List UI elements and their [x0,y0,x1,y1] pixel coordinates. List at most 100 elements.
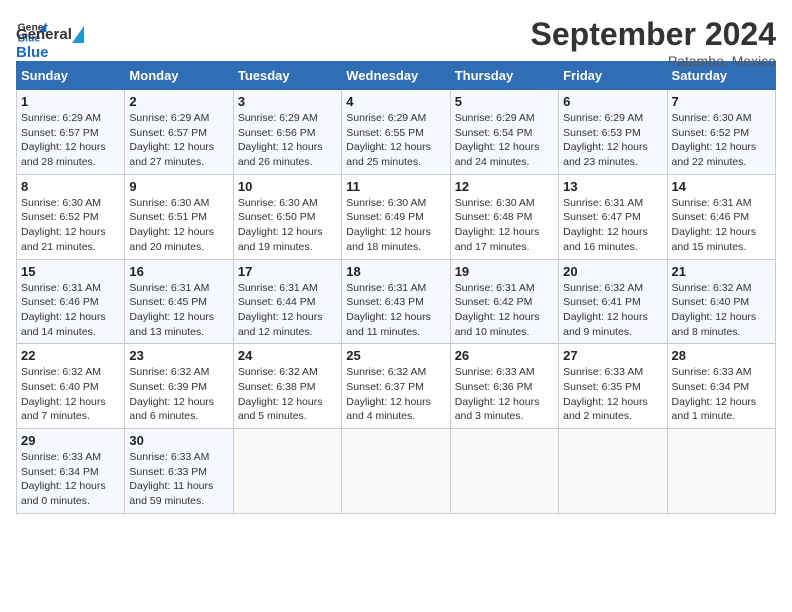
week-row-3: 15 Sunrise: 6:31 AMSunset: 6:46 PMDaylig… [17,259,776,344]
day-number: 18 [346,264,445,279]
calendar-cell: 30 Sunrise: 6:33 AMSunset: 6:33 PMDaylig… [125,429,233,514]
day-info: Sunrise: 6:32 AMSunset: 6:37 PMDaylight:… [346,365,445,424]
calendar-cell: 21 Sunrise: 6:32 AMSunset: 6:40 PMDaylig… [667,259,775,344]
day-number: 28 [672,348,771,363]
day-info: Sunrise: 6:31 AMSunset: 6:43 PMDaylight:… [346,281,445,340]
day-number: 19 [455,264,554,279]
calendar-cell [667,429,775,514]
day-info: Sunrise: 6:31 AMSunset: 6:45 PMDaylight:… [129,281,228,340]
day-info: Sunrise: 6:31 AMSunset: 6:46 PMDaylight:… [672,196,771,255]
header-day-tuesday: Tuesday [233,62,341,90]
calendar-cell: 28 Sunrise: 6:33 AMSunset: 6:34 PMDaylig… [667,344,775,429]
day-number: 7 [672,94,771,109]
day-info: Sunrise: 6:32 AMSunset: 6:40 PMDaylight:… [21,365,120,424]
calendar-cell: 18 Sunrise: 6:31 AMSunset: 6:43 PMDaylig… [342,259,450,344]
day-number: 21 [672,264,771,279]
day-number: 12 [455,179,554,194]
day-info: Sunrise: 6:33 AMSunset: 6:33 PMDaylight:… [129,450,228,509]
calendar-cell: 19 Sunrise: 6:31 AMSunset: 6:42 PMDaylig… [450,259,558,344]
svg-text:General: General [16,26,72,43]
calendar-cell: 15 Sunrise: 6:31 AMSunset: 6:46 PMDaylig… [17,259,125,344]
day-info: Sunrise: 6:33 AMSunset: 6:36 PMDaylight:… [455,365,554,424]
calendar-cell [559,429,667,514]
header-day-monday: Monday [125,62,233,90]
day-info: Sunrise: 6:30 AMSunset: 6:49 PMDaylight:… [346,196,445,255]
month-title: September 2024 [531,16,776,53]
day-info: Sunrise: 6:33 AMSunset: 6:34 PMDaylight:… [672,365,771,424]
location: Patambo, Mexico [531,53,776,69]
calendar-cell: 12 Sunrise: 6:30 AMSunset: 6:48 PMDaylig… [450,174,558,259]
day-number: 14 [672,179,771,194]
calendar-cell [233,429,341,514]
calendar-cell [450,429,558,514]
day-info: Sunrise: 6:32 AMSunset: 6:38 PMDaylight:… [238,365,337,424]
calendar-cell [342,429,450,514]
day-info: Sunrise: 6:30 AMSunset: 6:50 PMDaylight:… [238,196,337,255]
day-number: 25 [346,348,445,363]
calendar-cell: 24 Sunrise: 6:32 AMSunset: 6:38 PMDaylig… [233,344,341,429]
day-number: 27 [563,348,662,363]
calendar-cell: 6 Sunrise: 6:29 AMSunset: 6:53 PMDayligh… [559,90,667,175]
week-row-4: 22 Sunrise: 6:32 AMSunset: 6:40 PMDaylig… [17,344,776,429]
day-info: Sunrise: 6:29 AMSunset: 6:57 PMDaylight:… [21,111,120,170]
calendar-cell: 29 Sunrise: 6:33 AMSunset: 6:34 PMDaylig… [17,429,125,514]
day-number: 3 [238,94,337,109]
day-number: 1 [21,94,120,109]
day-number: 10 [238,179,337,194]
day-number: 17 [238,264,337,279]
calendar-cell: 4 Sunrise: 6:29 AMSunset: 6:55 PMDayligh… [342,90,450,175]
calendar-cell: 27 Sunrise: 6:33 AMSunset: 6:35 PMDaylig… [559,344,667,429]
day-info: Sunrise: 6:31 AMSunset: 6:44 PMDaylight:… [238,281,337,340]
day-number: 29 [21,433,120,448]
day-info: Sunrise: 6:29 AMSunset: 6:53 PMDaylight:… [563,111,662,170]
week-row-2: 8 Sunrise: 6:30 AMSunset: 6:52 PMDayligh… [17,174,776,259]
day-number: 13 [563,179,662,194]
day-info: Sunrise: 6:30 AMSunset: 6:48 PMDaylight:… [455,196,554,255]
day-number: 20 [563,264,662,279]
calendar-cell: 2 Sunrise: 6:29 AMSunset: 6:57 PMDayligh… [125,90,233,175]
day-info: Sunrise: 6:31 AMSunset: 6:47 PMDaylight:… [563,196,662,255]
day-number: 11 [346,179,445,194]
day-info: Sunrise: 6:29 AMSunset: 6:57 PMDaylight:… [129,111,228,170]
day-info: Sunrise: 6:29 AMSunset: 6:56 PMDaylight:… [238,111,337,170]
calendar-table: SundayMondayTuesdayWednesdayThursdayFrid… [16,61,776,514]
day-info: Sunrise: 6:33 AMSunset: 6:35 PMDaylight:… [563,365,662,424]
day-info: Sunrise: 6:30 AMSunset: 6:52 PMDaylight:… [21,196,120,255]
calendar-cell: 10 Sunrise: 6:30 AMSunset: 6:50 PMDaylig… [233,174,341,259]
svg-text:Blue: Blue [16,44,49,61]
day-number: 24 [238,348,337,363]
day-info: Sunrise: 6:29 AMSunset: 6:54 PMDaylight:… [455,111,554,170]
title-block: September 2024 Patambo, Mexico [531,16,776,69]
calendar-cell: 7 Sunrise: 6:30 AMSunset: 6:52 PMDayligh… [667,90,775,175]
day-number: 6 [563,94,662,109]
calendar-cell: 9 Sunrise: 6:30 AMSunset: 6:51 PMDayligh… [125,174,233,259]
week-row-5: 29 Sunrise: 6:33 AMSunset: 6:34 PMDaylig… [17,429,776,514]
calendar-cell: 3 Sunrise: 6:29 AMSunset: 6:56 PMDayligh… [233,90,341,175]
header-day-wednesday: Wednesday [342,62,450,90]
calendar-cell: 1 Sunrise: 6:29 AMSunset: 6:57 PMDayligh… [17,90,125,175]
day-number: 15 [21,264,120,279]
day-number: 4 [346,94,445,109]
day-number: 8 [21,179,120,194]
day-info: Sunrise: 6:31 AMSunset: 6:42 PMDaylight:… [455,281,554,340]
calendar-cell: 23 Sunrise: 6:32 AMSunset: 6:39 PMDaylig… [125,344,233,429]
day-number: 16 [129,264,228,279]
day-info: Sunrise: 6:33 AMSunset: 6:34 PMDaylight:… [21,450,120,509]
day-info: Sunrise: 6:32 AMSunset: 6:40 PMDaylight:… [672,281,771,340]
calendar-cell: 25 Sunrise: 6:32 AMSunset: 6:37 PMDaylig… [342,344,450,429]
day-number: 9 [129,179,228,194]
calendar-cell: 20 Sunrise: 6:32 AMSunset: 6:41 PMDaylig… [559,259,667,344]
day-number: 2 [129,94,228,109]
day-info: Sunrise: 6:32 AMSunset: 6:39 PMDaylight:… [129,365,228,424]
calendar-cell: 5 Sunrise: 6:29 AMSunset: 6:54 PMDayligh… [450,90,558,175]
general-blue-logo-svg: General Blue [16,21,86,67]
calendar-cell: 13 Sunrise: 6:31 AMSunset: 6:47 PMDaylig… [559,174,667,259]
day-info: Sunrise: 6:32 AMSunset: 6:41 PMDaylight:… [563,281,662,340]
calendar-cell: 17 Sunrise: 6:31 AMSunset: 6:44 PMDaylig… [233,259,341,344]
day-info: Sunrise: 6:29 AMSunset: 6:55 PMDaylight:… [346,111,445,170]
day-number: 26 [455,348,554,363]
calendar-cell: 8 Sunrise: 6:30 AMSunset: 6:52 PMDayligh… [17,174,125,259]
calendar-cell: 16 Sunrise: 6:31 AMSunset: 6:45 PMDaylig… [125,259,233,344]
day-info: Sunrise: 6:30 AMSunset: 6:51 PMDaylight:… [129,196,228,255]
day-info: Sunrise: 6:30 AMSunset: 6:52 PMDaylight:… [672,111,771,170]
